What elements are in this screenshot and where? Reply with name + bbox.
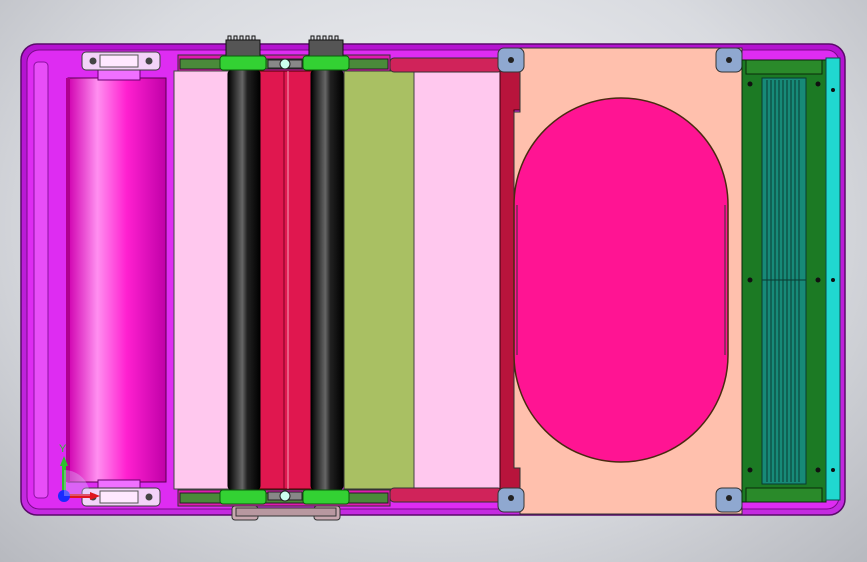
green-box-screw-4 (815, 277, 821, 283)
triad-y-label: Y (59, 443, 67, 455)
tensioner-bottom (267, 490, 303, 502)
main-roller-left-cap (66, 78, 70, 482)
assembly-drawing: Y (20, 35, 846, 521)
tensioner-top (267, 58, 303, 70)
gear-bottom-left (219, 489, 267, 505)
green-box-screw-1 (747, 81, 753, 87)
green-box-screw-3 (747, 277, 753, 283)
black-roller-right (310, 69, 344, 491)
gear-top-left (219, 35, 267, 71)
top-rail-right (389, 57, 503, 73)
corner-block-tl (497, 47, 525, 73)
main-roller-body (67, 77, 167, 483)
left-light-panel (173, 70, 231, 490)
green-box-screw-6 (815, 467, 821, 473)
green-box-screw-2 (815, 81, 821, 87)
corner-block-bl (497, 487, 525, 513)
cad-viewport[interactable]: Y (0, 0, 867, 562)
green-box-bottom-lip (745, 487, 823, 503)
black-roller-left (227, 69, 261, 491)
olive-panel (343, 70, 415, 490)
corner-block-tr (715, 47, 743, 73)
foot-bar (235, 507, 337, 517)
crimson-panel (257, 70, 313, 490)
green-box-screw-5 (747, 467, 753, 473)
right-light-panel (413, 70, 501, 490)
bearing-block-top (81, 51, 161, 71)
gear-bottom-right (302, 489, 350, 505)
teal-grille (761, 77, 807, 485)
magenta-oval (513, 97, 729, 463)
bottom-rail-right (389, 487, 503, 503)
gear-top-right (302, 35, 350, 71)
green-box-top-lip (745, 59, 823, 75)
corner-block-br (715, 487, 743, 513)
left-rail (33, 61, 49, 499)
